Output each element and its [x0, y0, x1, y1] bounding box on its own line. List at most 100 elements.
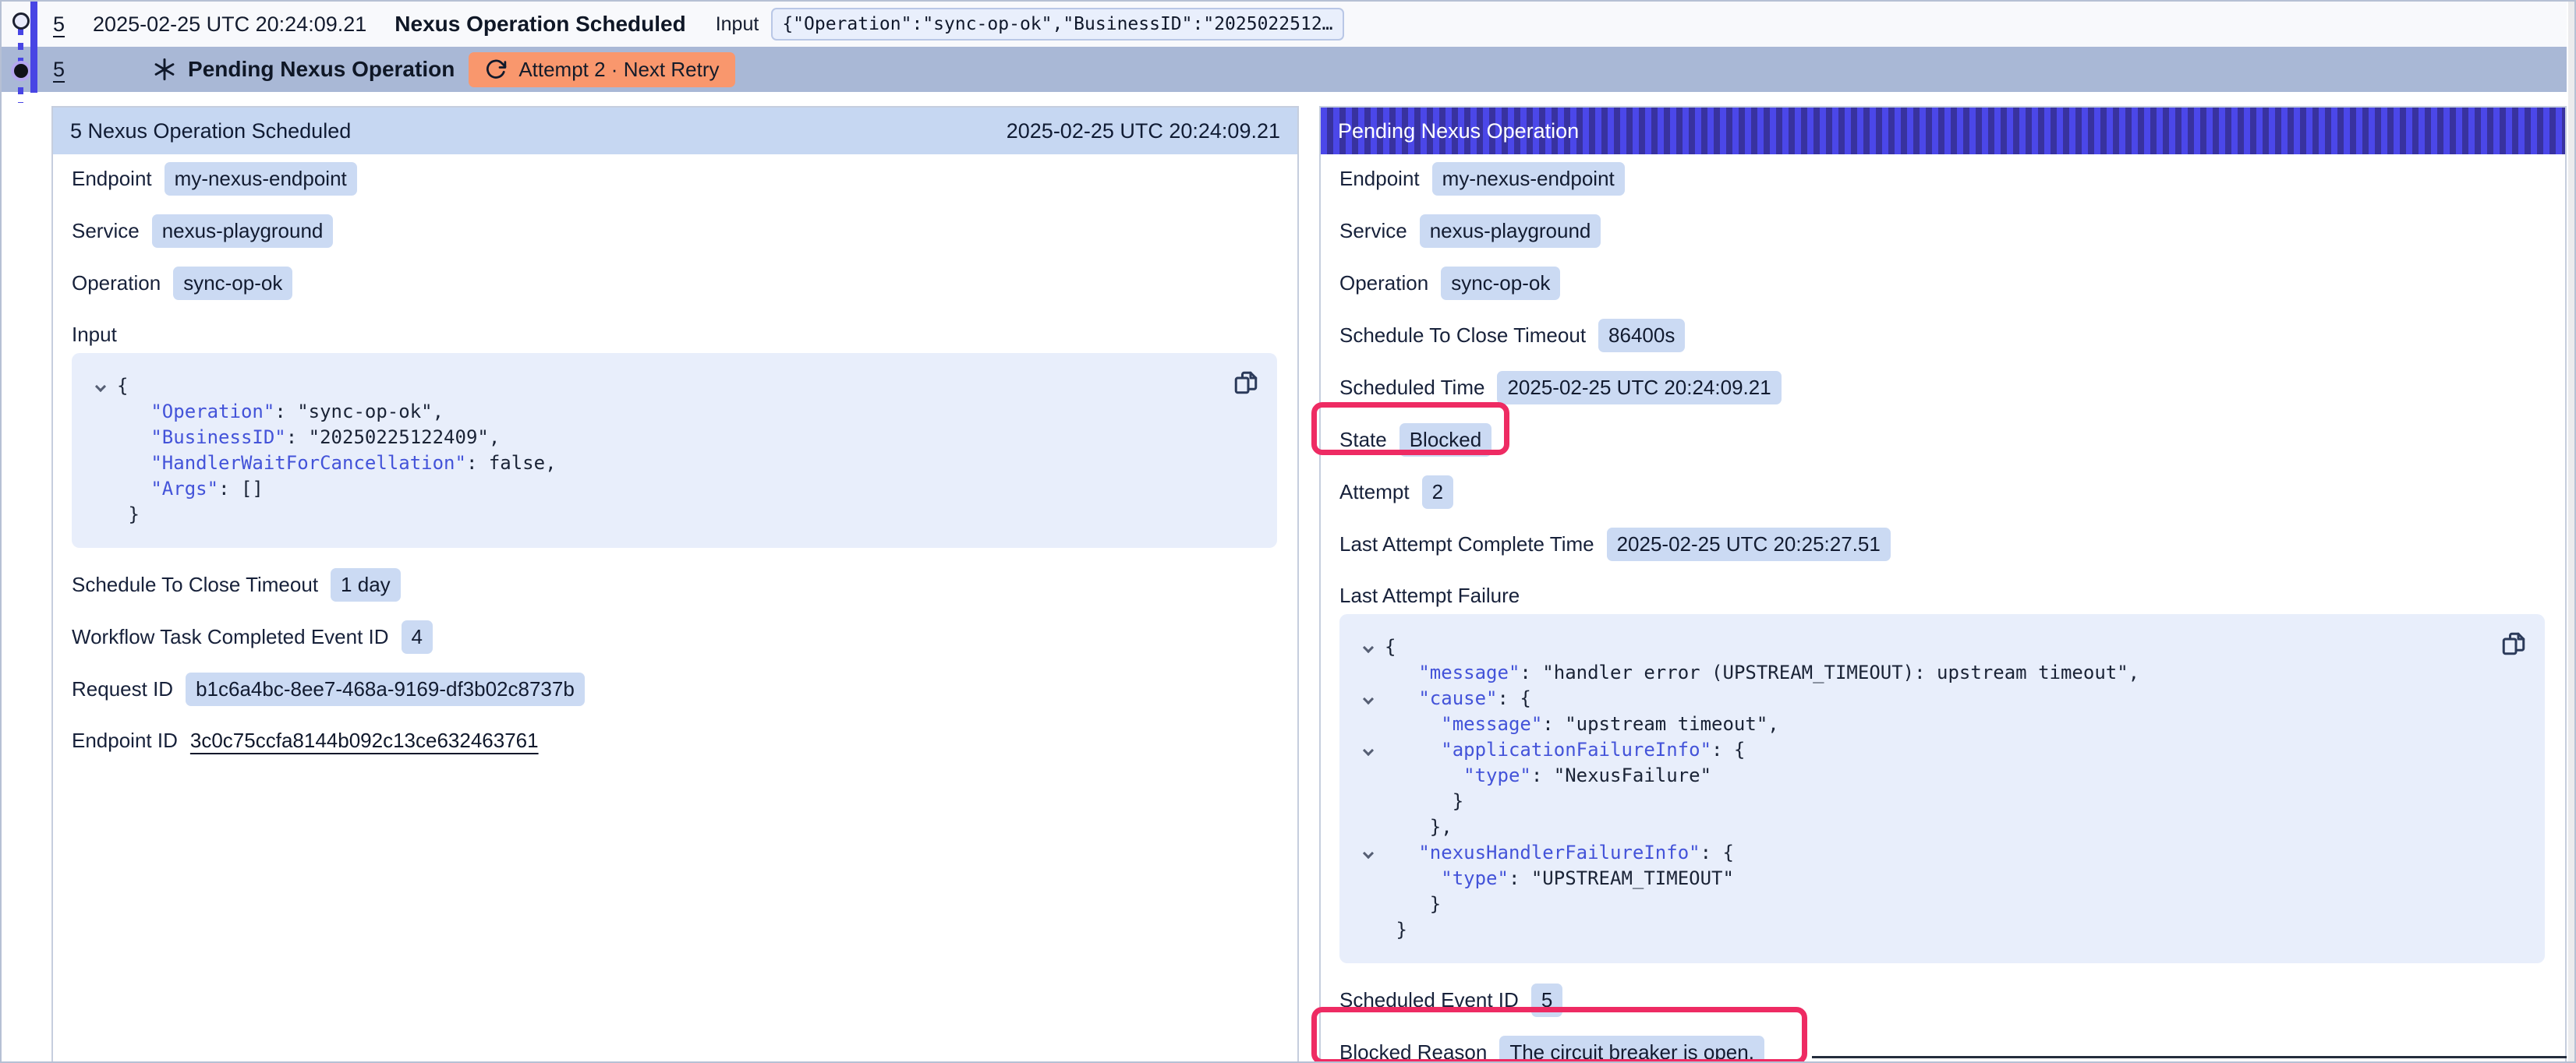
field-scheduled-event-id: Scheduled Event ID 5: [1339, 984, 2545, 1017]
json-key: "Operation": [150, 399, 274, 425]
scrollbar-track[interactable]: [2567, 2, 2574, 1061]
blocked-reason-chip: The circuit breaker is open.: [1499, 1036, 1764, 1063]
panel-bottom-border-line: [1812, 1056, 2568, 1058]
json-key: "type": [1463, 763, 1531, 789]
field-label: Endpoint: [72, 167, 152, 191]
collapse-toggle[interactable]: [1352, 840, 1385, 866]
field-value-chip: 1 day: [331, 568, 401, 602]
json-line: }: [1352, 789, 2521, 814]
json-key: "type": [1441, 866, 1509, 892]
json-line: }: [1352, 892, 2521, 917]
input-section-label: Input: [72, 319, 1277, 350]
scheduled-panel-header: 5 Nexus Operation Scheduled 2025-02-25 U…: [53, 108, 1297, 154]
failure-json-viewer: { "message": "handler error (UPSTREAM_TI…: [1339, 614, 2545, 963]
field-value-chip: nexus-playground: [1420, 214, 1601, 248]
json-line: "BusinessID": "20250225122409",: [84, 425, 1254, 450]
json-line: "Operation": "sync-op-ok",: [84, 399, 1254, 425]
json-key: "BusinessID": [150, 425, 285, 450]
chevron-down-icon: [1363, 745, 1374, 756]
copy-button[interactable]: [2500, 630, 2528, 658]
json-line: "cause": {: [1352, 686, 2521, 712]
event-id-link[interactable]: 5: [53, 58, 65, 82]
scheduled-event-panel: 5 Nexus Operation Scheduled 2025-02-25 U…: [51, 106, 1299, 1063]
field-value-chip: 2025-02-25 UTC 20:24:09.21: [1497, 371, 1781, 404]
detail-panels: 5 Nexus Operation Scheduled 2025-02-25 U…: [2, 92, 2574, 1063]
field-value-chip: my-nexus-endpoint: [165, 162, 357, 196]
retry-badge-label: Attempt 2 · Next Retry: [518, 58, 719, 82]
field-operation: Operation sync-op-ok: [1339, 267, 2545, 300]
field-schedule-to-close-timeout: Schedule To Close Timeout 1 day: [72, 568, 1277, 602]
panel-title: 5 Nexus Operation Scheduled: [70, 119, 351, 143]
collapse-toggle[interactable]: [1352, 634, 1385, 660]
json-key: "HandlerWaitForCancellation": [150, 450, 466, 476]
field-request-id: Request ID b1c6a4bc-8ee7-468a-9169-df3b0…: [72, 673, 1277, 706]
json-key: "nexusHandlerFailureInfo": [1418, 840, 1700, 866]
field-value-chip: my-nexus-endpoint: [1432, 162, 1625, 196]
event-title: Nexus Operation Scheduled: [395, 12, 685, 37]
field-service: Service nexus-playground: [72, 214, 1277, 248]
copy-icon: [1232, 369, 1260, 397]
endpoint-id-link[interactable]: 3c0c75ccfa8144b092c13ce632463761: [190, 729, 539, 753]
workflow-event-history-screen: 5 2025-02-25 UTC 20:24:09.21 Nexus Opera…: [0, 0, 2576, 1063]
event-id-link[interactable]: 5: [53, 12, 65, 37]
json-key: "message": [1441, 712, 1542, 737]
field-value-chip: 86400s: [1598, 319, 1685, 352]
scheduled-panel-body: Endpoint my-nexus-endpoint Service nexus…: [53, 154, 1297, 756]
pending-operation-panel: Pending Nexus Operation Endpoint my-nexu…: [1319, 106, 2567, 1063]
state-value-chip: Blocked: [1399, 423, 1492, 457]
field-label: Operation: [72, 271, 161, 295]
json-line: {: [1352, 634, 2521, 660]
field-label: Scheduled Time: [1339, 376, 1484, 400]
json-line: "type": "UPSTREAM_TIMEOUT": [1352, 866, 2521, 892]
collapse-toggle[interactable]: [1352, 737, 1385, 763]
json-line: "HandlerWaitForCancellation": false,: [84, 450, 1254, 476]
input-preview-pill[interactable]: {"Operation":"sync-op-ok","BusinessID":"…: [771, 8, 1343, 41]
chevron-down-icon: [1363, 642, 1374, 653]
input-json-viewer: { "Operation": "sync-op-ok", "BusinessID…: [72, 353, 1277, 548]
collapse-toggle[interactable]: [84, 373, 117, 399]
event-marker-open-icon[interactable]: [12, 12, 30, 30]
field-last-attempt-complete-time: Last Attempt Complete Time 2025-02-25 UT…: [1339, 528, 2545, 561]
field-value-chip: 5: [1531, 984, 1562, 1017]
field-label: Endpoint ID: [72, 729, 178, 753]
panel-title: Pending Nexus Operation: [1338, 119, 1579, 143]
chevron-down-icon: [95, 381, 106, 392]
pending-panel-body: Endpoint my-nexus-endpoint Service nexus…: [1321, 154, 2565, 1063]
json-key: "Args": [150, 476, 218, 502]
input-label: Input: [716, 13, 759, 36]
chevron-down-icon: [1363, 848, 1374, 859]
field-value-chip: sync-op-ok: [173, 267, 292, 300]
pending-panel-header: Pending Nexus Operation: [1321, 108, 2565, 154]
event-history: 5 2025-02-25 UTC 20:24:09.21 Nexus Opera…: [2, 2, 2574, 92]
panel-timestamp: 2025-02-25 UTC 20:24:09.21: [1007, 119, 1280, 143]
event-row-scheduled[interactable]: 5 2025-02-25 UTC 20:24:09.21 Nexus Opera…: [2, 2, 2574, 47]
field-scheduled-time: Scheduled Time 2025-02-25 UTC 20:24:09.2…: [1339, 371, 2545, 404]
json-line: {: [84, 373, 1254, 399]
field-value-chip: 2: [1422, 475, 1453, 509]
active-event-indicator-bar: [30, 2, 37, 93]
field-label: Schedule To Close Timeout: [72, 573, 318, 597]
field-label: Workflow Task Completed Event ID: [72, 625, 389, 649]
field-operation: Operation sync-op-ok: [72, 267, 1277, 300]
field-label: Service: [1339, 219, 1407, 243]
json-line: }: [1352, 917, 2521, 943]
asterisk-icon: [152, 57, 177, 82]
field-label: Attempt: [1339, 480, 1410, 504]
json-line: "nexusHandlerFailureInfo": {: [1352, 840, 2521, 866]
json-key: "cause": [1418, 686, 1497, 712]
json-text: {: [117, 373, 128, 399]
json-line: "Args": []: [84, 476, 1254, 502]
field-value-chip: nexus-playground: [152, 214, 334, 248]
field-service: Service nexus-playground: [1339, 214, 2545, 248]
event-marker-current-icon[interactable]: [11, 61, 31, 81]
collapse-toggle[interactable]: [1352, 686, 1385, 712]
field-value-chip: sync-op-ok: [1441, 267, 1560, 300]
field-label: Schedule To Close Timeout: [1339, 323, 1586, 348]
copy-button[interactable]: [1232, 369, 1260, 397]
field-workflow-task-completed-event-id: Workflow Task Completed Event ID 4: [72, 620, 1277, 654]
field-value-chip: 4: [402, 620, 433, 654]
field-value-chip: b1c6a4bc-8ee7-468a-9169-df3b02c8737b: [186, 673, 585, 706]
json-line: "type": "NexusFailure": [1352, 763, 2521, 789]
event-row-pending-selected[interactable]: 5 Pending Nexus Operation Attempt 2 · Ne…: [2, 47, 2574, 92]
field-label: Service: [72, 219, 140, 243]
